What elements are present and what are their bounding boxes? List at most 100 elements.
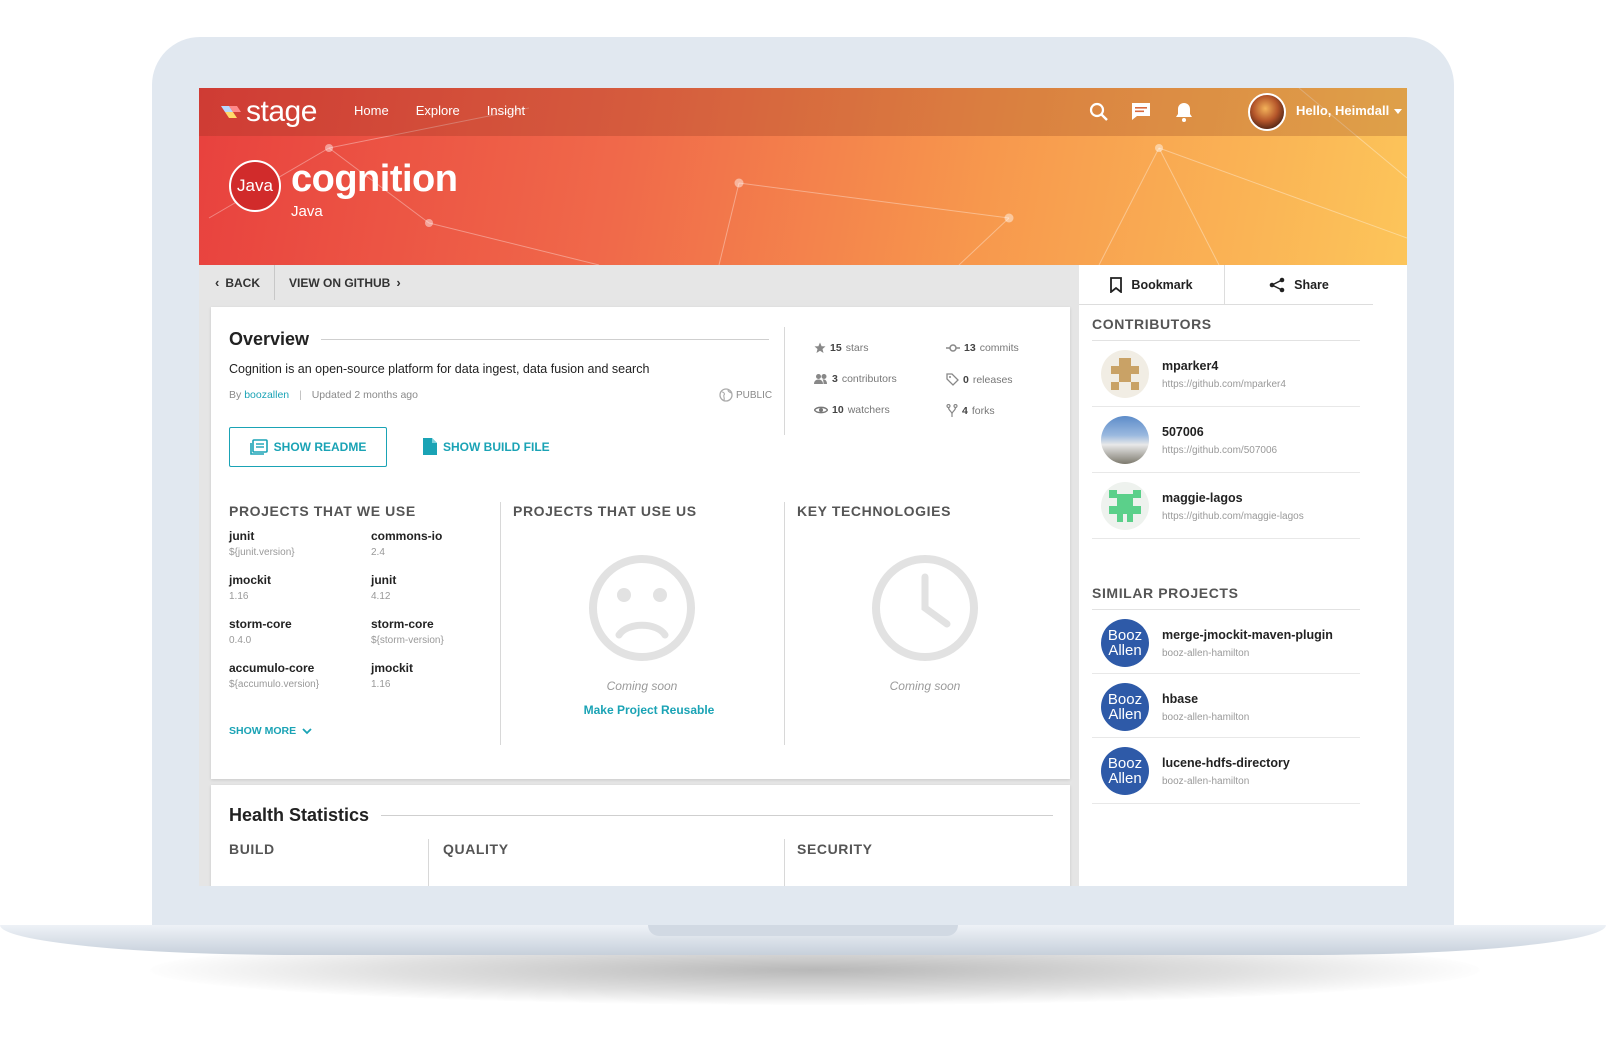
bookmark-button[interactable]: Bookmark <box>1079 265 1225 305</box>
contributor-item[interactable]: maggie-lagos https://github.com/maggie-l… <box>1092 473 1360 539</box>
show-readme-label: SHOW README <box>273 440 367 454</box>
chevron-right-icon: › <box>396 275 401 290</box>
similar-project-name: lucene-hdfs-directory <box>1162 756 1290 770</box>
back-label: BACK <box>225 275 261 290</box>
contributor-name: maggie-lagos <box>1162 491 1243 505</box>
security-title: SECURITY <box>797 841 873 857</box>
stat-count: 0 <box>963 373 969 386</box>
health-title: Health Statistics <box>229 805 370 825</box>
similar-project-name: merge-jmockit-maven-plugin <box>1162 628 1333 642</box>
dependency-name: jmockit <box>229 573 272 587</box>
coming-soon-text: Coming soon <box>889 679 961 693</box>
dependency-name: jmockit <box>371 661 414 675</box>
stat-commits: 13 commits <box>946 342 1019 354</box>
key-technologies-title: KEY TECHNOLOGIES <box>797 503 952 519</box>
visibility-badge: PUBLIC <box>719 388 772 402</box>
user-menu[interactable]: Hello, Heimdall <box>1296 103 1403 118</box>
contributor-item[interactable]: mparker4 https://github.com/mparker4 <box>1092 341 1360 407</box>
bookmark-label: Bookmark <box>1131 277 1193 292</box>
health-statistics-card: Health Statistics BUILD QUALITY SECURITY <box>211 785 1070 886</box>
dependency-item[interactable]: jmockit 1.16 <box>229 573 359 602</box>
back-link[interactable]: ‹ BACK <box>199 265 276 300</box>
contributor-name: mparker4 <box>1162 359 1219 373</box>
show-build-file-button[interactable]: SHOW BUILD FILE <box>423 438 550 455</box>
similar-project-org: booz-allen-hamilton <box>1162 712 1250 723</box>
stat-label: watchers <box>847 404 890 416</box>
share-button[interactable]: Share <box>1225 265 1373 305</box>
similar-project-item[interactable]: Booz Allen merge-jmockit-maven-plugin bo… <box>1092 610 1360 674</box>
dependency-version: ${accumulo.version} <box>229 679 320 690</box>
similar-project-org: booz-allen-hamilton <box>1162 776 1250 787</box>
visibility-label: PUBLIC <box>736 389 773 401</box>
dependency-item[interactable]: junit 4.12 <box>371 573 501 602</box>
dependency-item[interactable]: junit ${junit.version} <box>229 529 359 558</box>
app-screen: stage Home Explore Insight Hello, Heimda… <box>199 88 1407 886</box>
make-project-reusable-link[interactable]: Make Project Reusable <box>549 703 749 717</box>
contributor-avatar <box>1101 416 1149 464</box>
view-on-github-link[interactable]: VIEW ON GITHUB › <box>275 265 421 300</box>
stat-label: contributors <box>841 373 897 385</box>
project-language: Java <box>291 203 323 220</box>
stage-logo[interactable]: stage <box>219 95 317 129</box>
commit-icon <box>946 344 960 352</box>
project-title: cognition <box>291 158 458 200</box>
stat-label: releases <box>972 373 1013 386</box>
similar-project-item[interactable]: Booz Allen lucene-hdfs-directory booz-al… <box>1092 738 1360 804</box>
dependency-item[interactable]: jmockit 1.16 <box>371 661 501 690</box>
nav-explore[interactable]: Explore <box>416 103 460 118</box>
dependency-item[interactable]: storm-core ${storm-version} <box>371 617 501 646</box>
stat-label: stars <box>845 342 869 354</box>
project-description: Cognition is an open-source platform for… <box>229 362 650 376</box>
sad-face-icon <box>589 555 695 661</box>
dependency-name: storm-core <box>371 617 434 631</box>
column-divider <box>784 839 785 886</box>
author-link[interactable]: boozallen <box>244 389 289 401</box>
dependency-name: accumulo-core <box>229 661 315 675</box>
language-badge: Java <box>229 160 281 212</box>
tag-icon <box>946 373 959 386</box>
stats-divider <box>784 327 785 435</box>
dependency-version: 4.12 <box>371 591 391 602</box>
right-sidebar: Bookmark Share CONTRIBUTORS mparker4 htt… <box>1079 265 1407 886</box>
stat-label: forks <box>971 405 995 417</box>
similar-project-item[interactable]: Booz Allen hbase booz-allen-hamilton <box>1092 674 1360 738</box>
search-icon[interactable] <box>1087 100 1111 124</box>
dependency-version: ${junit.version} <box>229 547 295 558</box>
stat-count: 15 <box>830 342 842 354</box>
stage-logo-icon <box>219 102 243 122</box>
share-label: Share <box>1294 277 1329 292</box>
top-navbar: stage Home Explore Insight Hello, Heimda… <box>199 88 1407 136</box>
dependency-item[interactable]: commons-io 2.4 <box>371 529 501 558</box>
overview-title: Overview <box>229 329 310 349</box>
stat-count: 3 <box>832 373 838 385</box>
chevron-left-icon: ‹ <box>215 275 220 290</box>
contributor-url: https://github.com/maggie-lagos <box>1162 511 1304 522</box>
stat-count: 13 <box>964 342 976 354</box>
dependency-name: storm-core <box>229 617 292 631</box>
dependency-item[interactable]: accumulo-core ${accumulo.version} <box>229 661 359 690</box>
stat-releases: 0 releases <box>946 373 1013 386</box>
dependency-version: ${storm-version} <box>371 635 444 646</box>
stat-label: commits <box>979 342 1019 354</box>
main-nav: Home Explore Insight <box>354 103 525 118</box>
user-greeting: Hello, Heimdall <box>1296 103 1390 118</box>
column-divider <box>428 839 429 886</box>
contributor-item[interactable]: 507006 https://github.com/507006 <box>1092 407 1360 473</box>
chat-icon[interactable] <box>1129 100 1153 124</box>
contributor-url: https://github.com/mparker4 <box>1162 379 1286 390</box>
user-avatar[interactable] <box>1248 93 1286 131</box>
nav-insight[interactable]: Insight <box>487 103 525 118</box>
dependency-version: 1.16 <box>371 679 391 690</box>
divider <box>381 815 1053 816</box>
show-more-button[interactable]: SHOW MORE <box>229 725 312 737</box>
projects-use-us-title: PROJECTS THAT USE US <box>513 503 697 519</box>
build-title: BUILD <box>229 841 275 857</box>
nav-home[interactable]: Home <box>354 103 389 118</box>
stat-forks: 4 forks <box>946 404 995 418</box>
bookmark-icon <box>1110 276 1123 293</box>
show-more-label: SHOW MORE <box>229 725 297 737</box>
bell-icon[interactable] <box>1172 100 1196 124</box>
show-readme-button[interactable]: SHOW README <box>229 427 387 467</box>
dependency-item[interactable]: storm-core 0.4.0 <box>229 617 359 646</box>
contributor-url: https://github.com/507006 <box>1162 445 1278 456</box>
